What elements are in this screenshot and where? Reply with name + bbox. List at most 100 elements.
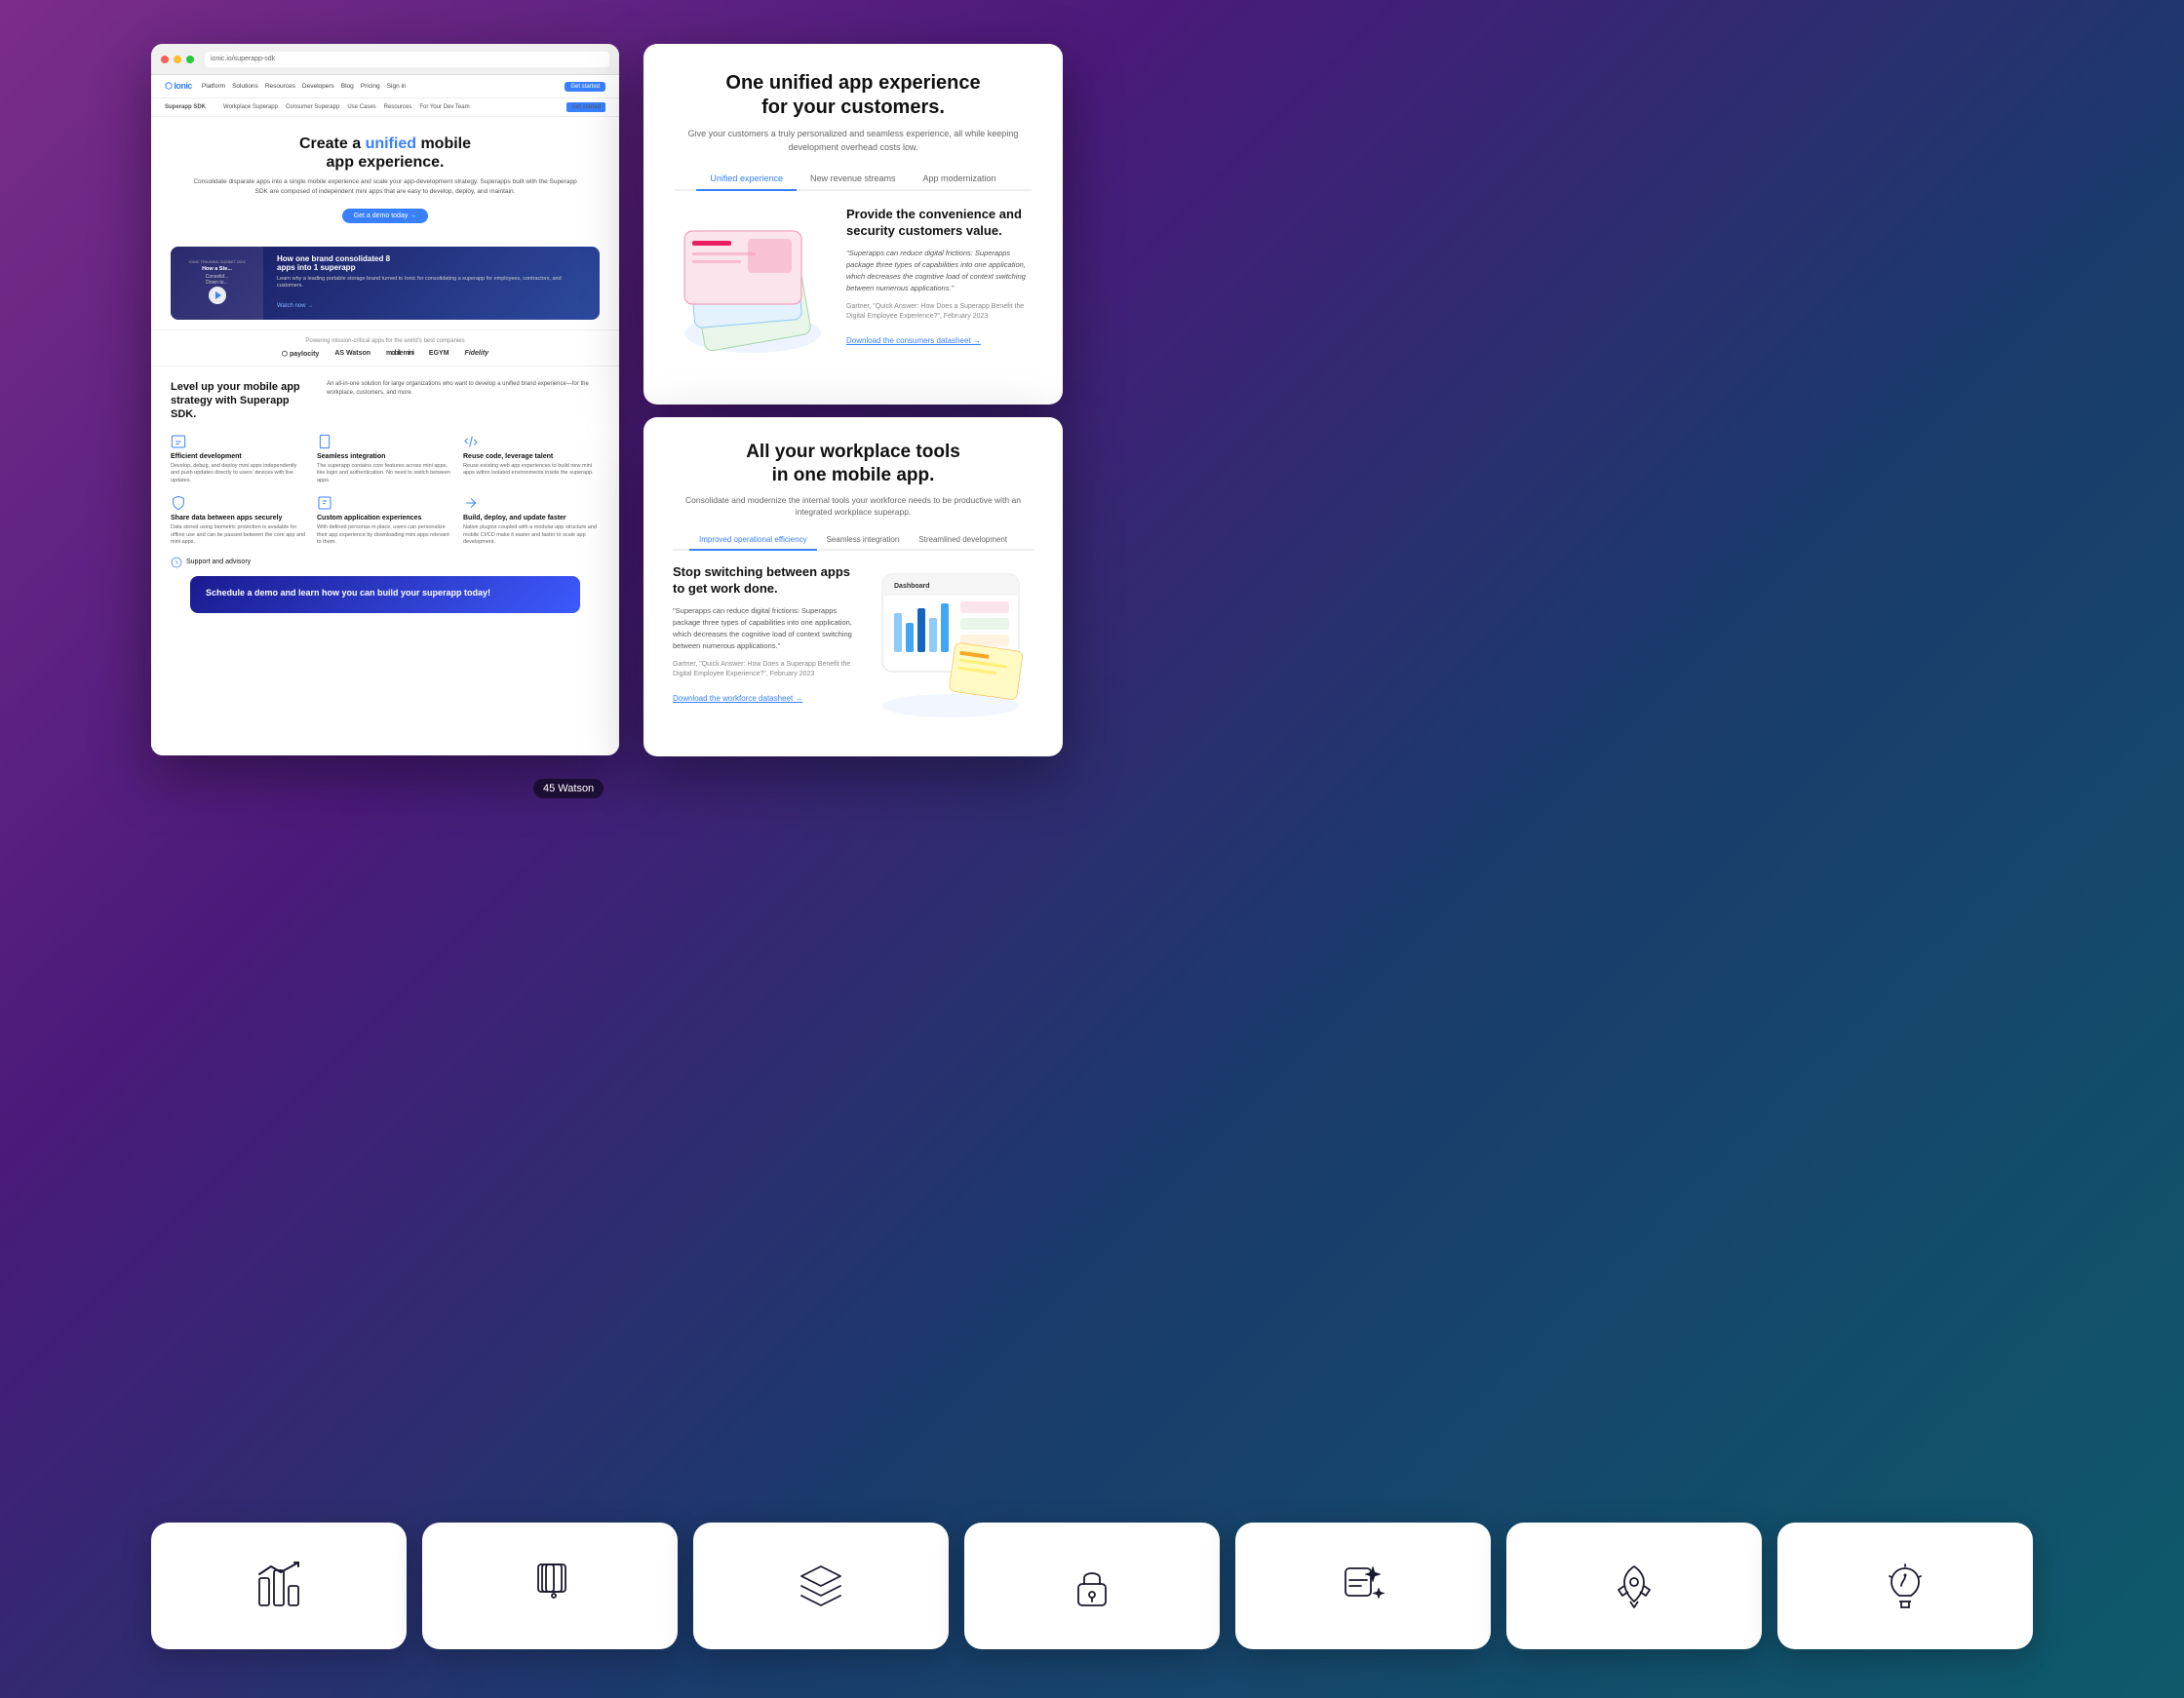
browser-content: ⬡ Ionic Platform Solutions Resources Dev…: [151, 75, 619, 755]
logo-paylocity: ⬡ paylocity: [282, 350, 319, 358]
feature-icon-4: [171, 495, 186, 511]
right-bottom-content: Stop switching between apps to get work …: [673, 564, 1034, 720]
subnav-workplace[interactable]: Workplace Superapp: [223, 104, 278, 110]
browser-panel: ionic.io/superapp-sdk ⬡ Ionic Platform S…: [151, 44, 619, 755]
features-desc: An all-in-one solution for large organiz…: [327, 380, 600, 422]
icon-card-layers[interactable]: [693, 1523, 949, 1649]
feature-title-1: Efficient development: [171, 453, 307, 460]
logos-row: ⬡ paylocity AS Watson mobile mini EGYM F…: [171, 350, 600, 358]
tab-unified-experience[interactable]: Unified experience: [696, 168, 797, 191]
bottom-content-title: Stop switching between apps to get work …: [673, 564, 854, 598]
right-top-subtitle: Give your customers a truly personalized…: [675, 128, 1032, 154]
feature-icon-1: [171, 434, 186, 449]
nav-resources[interactable]: Resources: [265, 83, 295, 90]
dashboard-illustration: Dashboard: [868, 564, 1034, 720]
right-top-text: Provide the convenience and security cus…: [846, 207, 1032, 348]
right-bottom-title: All your workplace toolsin one mobile ap…: [673, 441, 1034, 487]
browser-minimize-dot[interactable]: [174, 56, 181, 63]
features-title: Level up your mobile app strategy with S…: [171, 380, 307, 422]
feature-title-3: Reuse code, leverage talent: [463, 453, 600, 460]
video-watch-link[interactable]: Watch now →: [277, 303, 313, 309]
feature-6: Build, deploy, and update faster Native …: [463, 495, 600, 547]
nav-links: Platform Solutions Resources Developers …: [202, 83, 555, 90]
feature-title-4: Share data between apps securely: [171, 515, 307, 521]
logo-fidelity: Fidelity: [465, 350, 489, 357]
icon-card-lock[interactable]: [964, 1523, 1220, 1649]
ionic-navbar: ⬡ Ionic Platform Solutions Resources Dev…: [151, 75, 619, 98]
ionic-subnav: Superapp SDK Workplace Superapp Consumer…: [151, 98, 619, 117]
right-top-tabs: Unified experience New revenue streams A…: [675, 168, 1032, 191]
banner-title: Schedule a demo and learn how you can bu…: [206, 588, 565, 598]
url-text: ionic.io/superapp-sdk: [211, 56, 275, 62]
feature-desc-1: Develop, debug, and deploy mini apps ind…: [171, 463, 307, 485]
right-top-content: Provide the convenience and security cus…: [675, 207, 1032, 363]
nav-platform[interactable]: Platform: [202, 83, 225, 90]
browser-maximize-dot[interactable]: [186, 56, 194, 63]
feature-desc-5: With defined personas in place, users ca…: [317, 524, 453, 547]
icon-card-analytics[interactable]: [151, 1523, 407, 1649]
subnav-consumer[interactable]: Consumer Superapp: [286, 104, 339, 110]
nav-developers[interactable]: Developers: [302, 83, 334, 90]
video-card: IONIC TRAINING SUMMIT 2024 How a Ste... …: [171, 247, 600, 320]
ionic-logo: ⬡ Ionic: [165, 81, 192, 92]
feature-desc-2: The superapp contains core features acro…: [317, 463, 453, 485]
feature-4: Share data between apps securely Data st…: [171, 495, 307, 547]
icon-card-brain[interactable]: [1777, 1523, 2033, 1649]
browser-close-dot[interactable]: [161, 56, 169, 63]
mobile-icon: [523, 1559, 577, 1613]
nav-solutions[interactable]: Solutions: [232, 83, 258, 90]
logos-heading: Powering mission-critical apps for the w…: [171, 338, 600, 344]
tab-app-modernization[interactable]: App modernization: [910, 168, 1010, 191]
bottom-quote: "Superapps can reduce digital frictions:…: [673, 605, 854, 652]
play-button[interactable]: [209, 287, 226, 304]
video-thumbnail: IONIC TRAINING SUMMIT 2024 How a Ste... …: [171, 247, 263, 320]
nav-pricing[interactable]: Pricing: [361, 83, 380, 90]
tab-streamlined-dev[interactable]: Streamlined development: [909, 530, 1017, 551]
brain-bulb-icon: [1878, 1559, 1932, 1613]
icon-card-mobile[interactable]: [422, 1523, 678, 1649]
right-top-panel: One unified app experiencefor your custo…: [644, 44, 1063, 405]
logo-egym: EGYM: [429, 350, 449, 357]
panel-citation: Gartner, "Quick Answer: How Does a Super…: [846, 302, 1032, 322]
nav-signin[interactable]: Sign in: [387, 83, 407, 90]
browser-url-bar[interactable]: ionic.io/superapp-sdk: [205, 52, 609, 67]
bottom-citation: Gartner, "Quick Answer: How Does a Super…: [673, 660, 854, 679]
feature-title-2: Seamless integration: [317, 453, 453, 460]
nav-blog[interactable]: Blog: [341, 83, 354, 90]
icon-card-rocket[interactable]: [1506, 1523, 1762, 1649]
sparkles-icon: [1336, 1559, 1390, 1613]
subnav-title: Superapp SDK: [165, 104, 206, 110]
watson-badge: 45 Watson: [533, 779, 604, 798]
features-header: Level up your mobile app strategy with S…: [171, 380, 600, 422]
tab-new-revenue[interactable]: New revenue streams: [797, 168, 910, 191]
right-top-title: One unified app experiencefor your custo…: [675, 71, 1032, 120]
subnav-devteam[interactable]: For Your Dev Team: [419, 104, 469, 110]
rocket-icon: [1607, 1559, 1661, 1613]
subnav-action[interactable]: Get started: [566, 102, 605, 112]
hero-title: Create a unified mobileapp experience.: [190, 135, 580, 172]
panel-download-link[interactable]: Download the consumers datasheet →: [846, 336, 981, 345]
feature-desc-6: Native plugins coupled with a modular ap…: [463, 524, 600, 547]
hero-section: Create a unified mobileapp experience. C…: [151, 117, 619, 247]
subnav-usecases[interactable]: Use Cases: [347, 104, 375, 110]
bottom-download-link[interactable]: Download the workforce datasheet →: [673, 694, 802, 703]
feature-icon-2: [317, 434, 332, 449]
layers-icon: [794, 1559, 848, 1613]
feature-grid: Efficient development Develop, debug, an…: [171, 434, 600, 547]
cta-banner: Schedule a demo and learn how you can bu…: [190, 576, 580, 613]
tab-operational-efficiency[interactable]: Improved operational efficiency: [689, 530, 817, 551]
logos-section: Powering mission-critical apps for the w…: [151, 329, 619, 366]
panel-quote: "Superapps can reduce digital frictions:…: [846, 248, 1032, 294]
video-text: How one brand consolidated 8apps into 1 …: [263, 247, 600, 320]
features-section: Level up your mobile app strategy with S…: [151, 366, 619, 633]
icon-card-sparkles[interactable]: [1235, 1523, 1491, 1649]
hero-cta[interactable]: Get a demo today →: [342, 209, 429, 223]
bottom-text: Stop switching between apps to get work …: [673, 564, 854, 706]
right-bottom-panel: All your workplace toolsin one mobile ap…: [644, 417, 1063, 756]
browser-chrome: ionic.io/superapp-sdk: [151, 44, 619, 75]
video-thumb-text: IONIC TRAINING SUMMIT 2024 How a Ste... …: [188, 259, 245, 286]
nav-get-started[interactable]: Get started: [565, 82, 605, 92]
tab-seamless-integration[interactable]: Seamless integration: [817, 530, 910, 551]
subnav-resources[interactable]: Resources: [384, 104, 412, 110]
bottom-illustration: Dashboard: [868, 564, 1034, 720]
